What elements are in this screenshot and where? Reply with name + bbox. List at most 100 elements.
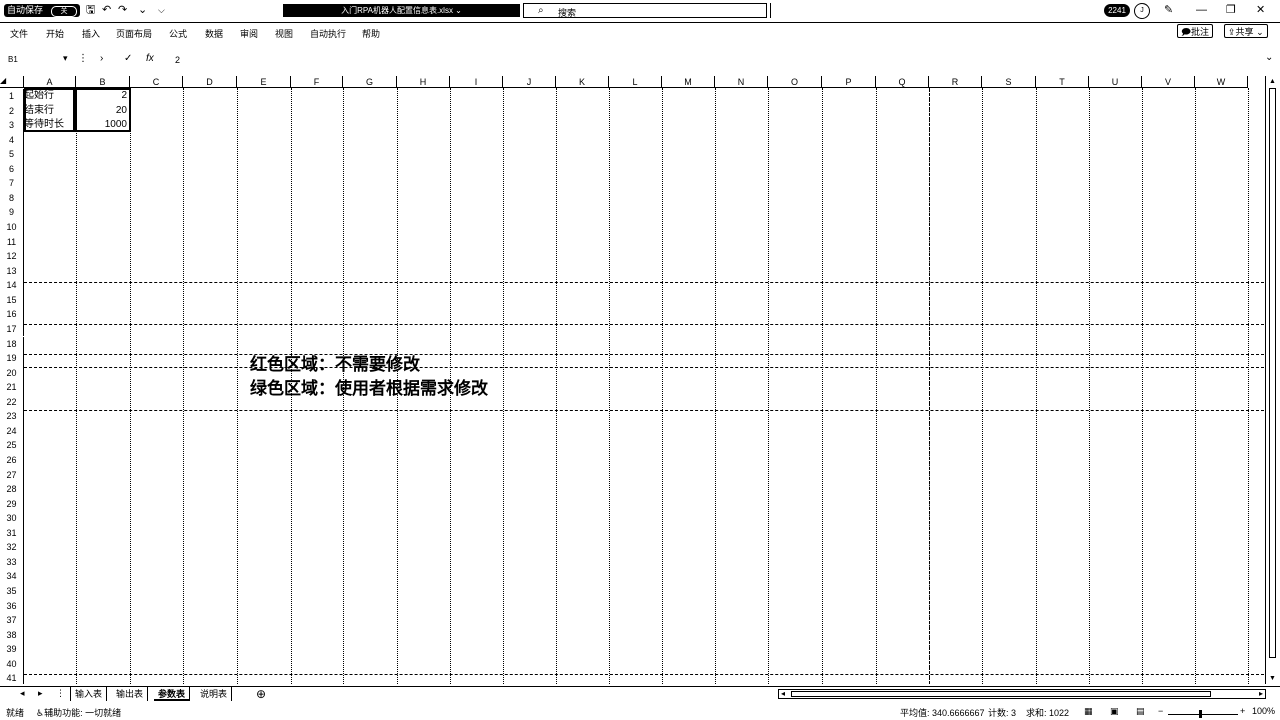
row-header-13[interactable]: 13 xyxy=(0,263,24,279)
menu-review[interactable]: 审阅 xyxy=(240,27,258,40)
row-header-28[interactable]: 28 xyxy=(0,482,24,497)
name-box[interactable]: B1 xyxy=(8,55,18,64)
add-sheet-button[interactable]: ⊕ xyxy=(256,687,266,701)
column-header-H[interactable]: H xyxy=(397,76,450,88)
column-header-J[interactable]: J xyxy=(503,76,556,88)
close-button[interactable]: ✕ xyxy=(1256,4,1265,17)
redo-icon[interactable]: ↷ xyxy=(118,4,127,17)
column-header-N[interactable]: N xyxy=(715,76,768,88)
row-header-22[interactable]: 22 xyxy=(0,394,24,410)
sheet-tab-readme[interactable]: 说明表 xyxy=(196,687,233,701)
menu-file[interactable]: 文件 xyxy=(10,27,28,40)
row-header-39[interactable]: 39 xyxy=(0,642,24,657)
column-header-C[interactable]: C xyxy=(130,76,183,88)
row-header-34[interactable]: 34 xyxy=(0,569,24,584)
sheet-tab-input[interactable]: 输入表 xyxy=(70,687,108,701)
row-header-33[interactable]: 33 xyxy=(0,554,24,570)
column-header-A[interactable]: A xyxy=(24,76,76,88)
column-header-R[interactable]: R xyxy=(929,76,982,88)
page-layout-view-icon[interactable]: ▣ xyxy=(1110,706,1119,717)
row-header-40[interactable]: 40 xyxy=(0,656,24,672)
column-header-F[interactable]: F xyxy=(291,76,343,88)
next-sheet-icon[interactable]: ▸ xyxy=(38,688,43,699)
menu-view[interactable]: 视图 xyxy=(275,27,293,40)
vertical-scrollbar[interactable]: ▲ ▼ xyxy=(1265,76,1280,684)
avatar[interactable]: J xyxy=(1134,3,1150,19)
select-all-corner[interactable]: ◢ xyxy=(0,76,24,88)
prev-sheet-icon[interactable]: ◂ xyxy=(20,688,25,699)
row-header-2[interactable]: 2 xyxy=(0,103,24,119)
restore-button[interactable]: ❐ xyxy=(1226,4,1236,17)
column-header-K[interactable]: K xyxy=(556,76,609,88)
fx-icon[interactable]: fx xyxy=(146,53,154,64)
row-header-15[interactable]: 15 xyxy=(0,292,24,308)
customize-quick-access[interactable]: ⌵ xyxy=(158,4,165,17)
normal-view-icon[interactable]: ▦ xyxy=(1084,706,1093,717)
more-commands-icon[interactable]: ⌄ xyxy=(138,4,147,17)
row-header-6[interactable]: 6 xyxy=(0,161,24,177)
menu-insert[interactable]: 插入 xyxy=(82,27,100,40)
sheet-tab-output[interactable]: 输出表 xyxy=(112,687,149,701)
menu-formulas[interactable]: 公式 xyxy=(169,27,187,40)
horizontal-scroll-thumb[interactable] xyxy=(791,691,1211,697)
column-header-U[interactable]: U xyxy=(1089,76,1142,88)
menu-home[interactable]: 开始 xyxy=(46,27,64,40)
status-count[interactable]: 计数: 3 xyxy=(988,706,1016,719)
horizontal-scrollbar[interactable]: ◂ ▸ xyxy=(778,689,1266,699)
row-header-37[interactable]: 37 xyxy=(0,613,24,628)
row-header-29[interactable]: 29 xyxy=(0,496,24,512)
row-header-23[interactable]: 23 xyxy=(0,409,24,424)
menu-data[interactable]: 数据 xyxy=(205,27,223,40)
row-header-35[interactable]: 35 xyxy=(0,584,24,599)
formula-input[interactable]: 2 xyxy=(175,55,180,65)
accessibility-status[interactable]: ♿辅助功能: 一切就绪 xyxy=(36,706,121,719)
row-header-1[interactable]: 1 xyxy=(0,89,24,104)
row-header-38[interactable]: 38 xyxy=(0,627,24,643)
scroll-up-icon[interactable]: ▲ xyxy=(1269,78,1276,85)
menu-page-layout[interactable]: 页面布局 xyxy=(116,27,152,40)
column-header-O[interactable]: O xyxy=(768,76,822,88)
expand-formula-bar-icon[interactable]: ⌄ xyxy=(1265,52,1273,63)
share-button[interactable]: ⇪共享 ⌄ xyxy=(1224,24,1268,38)
scroll-down-icon[interactable]: ▼ xyxy=(1269,675,1276,682)
row-header-11[interactable]: 11 xyxy=(0,234,24,250)
column-header-D[interactable]: D xyxy=(183,76,237,88)
row-header-14[interactable]: 14 xyxy=(0,278,24,293)
column-header-G[interactable]: G xyxy=(343,76,397,88)
status-sum[interactable]: 求和: 1022 xyxy=(1026,706,1069,719)
undo-icon[interactable]: ↶ xyxy=(102,4,111,17)
column-header-B[interactable]: B xyxy=(76,76,130,88)
row-header-17[interactable]: 17 xyxy=(0,321,24,337)
menu-automate[interactable]: 自动执行 xyxy=(310,27,346,40)
row-header-8[interactable]: 8 xyxy=(0,190,24,206)
row-header-32[interactable]: 32 xyxy=(0,540,24,555)
enter-icon[interactable]: ✓ xyxy=(124,53,132,64)
menu-help[interactable]: 帮助 xyxy=(362,27,380,40)
zoom-slider[interactable] xyxy=(1168,714,1238,715)
zoom-in-button[interactable]: + xyxy=(1240,706,1245,716)
more-sheets-icon[interactable]: ⋮ xyxy=(56,688,65,699)
row-header-20[interactable]: 20 xyxy=(0,365,24,381)
scroll-left-icon[interactable]: ◂ xyxy=(781,689,785,698)
column-header-I[interactable]: I xyxy=(450,76,503,88)
column-header-S[interactable]: S xyxy=(982,76,1036,88)
row-header-12[interactable]: 12 xyxy=(0,249,24,264)
zoom-out-button[interactable]: − xyxy=(1158,706,1163,716)
status-average[interactable]: 平均值: 340.6666667 xyxy=(900,706,985,719)
row-header-25[interactable]: 25 xyxy=(0,438,24,453)
zoom-slider-knob[interactable] xyxy=(1199,710,1202,718)
column-header-V[interactable]: V xyxy=(1142,76,1195,88)
row-header-7[interactable]: 7 xyxy=(0,176,24,191)
comments-button[interactable]: 🗩批注 xyxy=(1177,24,1214,38)
vertical-scroll-thumb[interactable] xyxy=(1269,88,1276,658)
worksheet-grid[interactable]: ◢ ABCDEFGHIJKLMNOPQRSTUVW 1 2 3 4 5 6 7 8 9 10 11 1… xyxy=(0,76,1265,684)
row-header-31[interactable]: 31 xyxy=(0,525,24,541)
row-header-4[interactable]: 4 xyxy=(0,132,24,148)
page-break-view-icon[interactable]: ▤ xyxy=(1136,706,1145,717)
scroll-right-icon[interactable]: ▸ xyxy=(1259,689,1263,698)
name-box-dropdown-icon[interactable]: ▾ xyxy=(63,53,68,64)
row-header-41[interactable]: 41 xyxy=(0,671,24,684)
row-header-21[interactable]: 21 xyxy=(0,380,24,395)
row-header-5[interactable]: 5 xyxy=(0,147,24,162)
column-header-P[interactable]: P xyxy=(822,76,876,88)
